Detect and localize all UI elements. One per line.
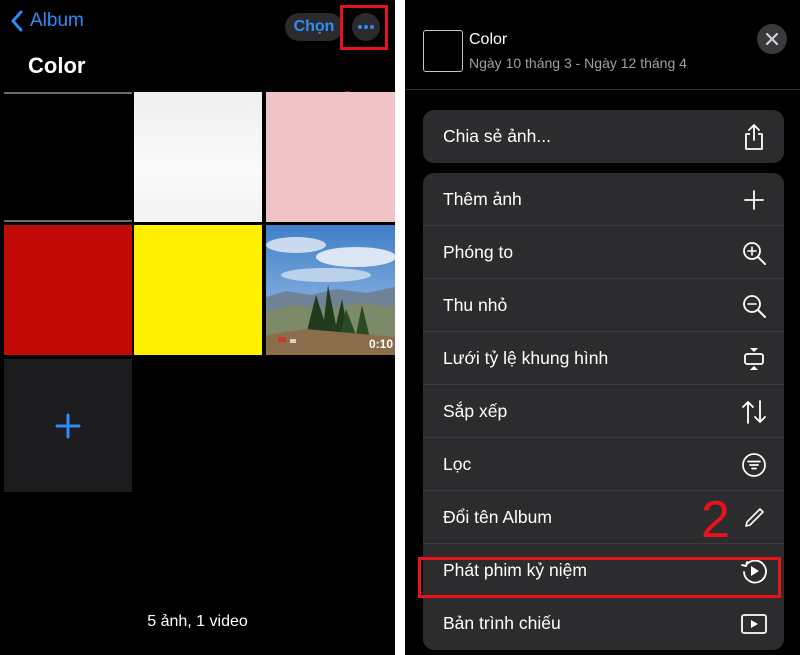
menu-item-sort[interactable]: Sắp xếp	[423, 385, 784, 438]
menu-item-label: Bản trình chiếu	[443, 613, 561, 633]
pencil-icon	[740, 504, 768, 532]
menu-item-label: Lưới tỷ lệ khung hình	[443, 348, 609, 368]
step-number-2: 2	[701, 491, 730, 549]
menu-item-label: Sắp xếp	[443, 401, 508, 421]
menu-item-label: Đổi tên Album	[443, 507, 552, 527]
photo-count-label: 5 ảnh, 1 video	[147, 613, 248, 630]
photo-thumbnail-pink[interactable]	[266, 92, 395, 222]
video-duration: 0:10	[368, 337, 393, 351]
menu-item-label: Phóng to	[443, 242, 514, 262]
menu-item-label: Chia sẻ ảnh...	[443, 126, 551, 146]
photo-thumbnail-red[interactable]	[4, 225, 132, 355]
highlight-box-memory-movie	[418, 557, 781, 598]
photo-thumbnail-white[interactable]	[134, 92, 262, 222]
menu-item-slideshow[interactable]: Bản trình chiếu	[423, 597, 784, 650]
share-icon	[740, 123, 768, 151]
slideshow-icon	[740, 610, 768, 638]
photo-thumbnail-yellow[interactable]	[134, 225, 262, 355]
album-cover-thumbnail	[423, 30, 463, 72]
plus-icon	[740, 186, 768, 214]
back-button[interactable]: Album	[10, 10, 84, 32]
back-label: Album	[30, 10, 84, 31]
select-button[interactable]: Chọn	[285, 13, 343, 41]
sheet-date-range: Ngày 10 tháng 3 - Ngày 12 tháng 4	[469, 55, 687, 71]
video-thumbnail-landscape[interactable]: 0:10	[266, 225, 395, 355]
divider	[405, 89, 800, 90]
menu-item-aspect-ratio-grid[interactable]: Lưới tỷ lệ khung hình	[423, 332, 784, 385]
menu-item-share[interactable]: Chia sẻ ảnh...	[423, 110, 784, 163]
landscape-image	[266, 225, 395, 355]
plus-icon	[55, 413, 81, 438]
menu-item-label: Thêm ảnh	[443, 189, 522, 209]
filter-icon	[740, 451, 768, 479]
menu-item-zoom-in[interactable]: Phóng to	[423, 226, 784, 279]
chevron-left-icon	[11, 10, 23, 32]
menu-item-add-photos[interactable]: Thêm ảnh	[423, 173, 784, 226]
menu-item-label: Thu nhỏ	[443, 295, 508, 315]
photo-thumbnail-black[interactable]	[4, 92, 132, 222]
zoom-in-icon	[740, 239, 768, 267]
menu-item-zoom-out[interactable]: Thu nhỏ	[423, 279, 784, 332]
menu-item-label: Lọc	[443, 454, 472, 474]
aspect-ratio-icon	[740, 345, 768, 373]
highlight-box-more	[340, 5, 388, 50]
close-button[interactable]	[757, 24, 787, 54]
close-icon	[766, 33, 778, 45]
share-group: Chia sẻ ảnh...	[423, 110, 784, 163]
add-photo-button[interactable]	[4, 359, 132, 492]
zoom-out-icon	[740, 292, 768, 320]
album-options-sheet: Color Ngày 10 tháng 3 - Ngày 12 tháng 4 …	[405, 0, 800, 655]
menu-item-filter[interactable]: Lọc	[423, 438, 784, 491]
album-screen: Album Chọn 1 Color	[0, 0, 395, 655]
sort-icon	[740, 398, 768, 426]
album-title: Color	[28, 53, 86, 78]
sheet-album-title: Color	[469, 31, 508, 48]
